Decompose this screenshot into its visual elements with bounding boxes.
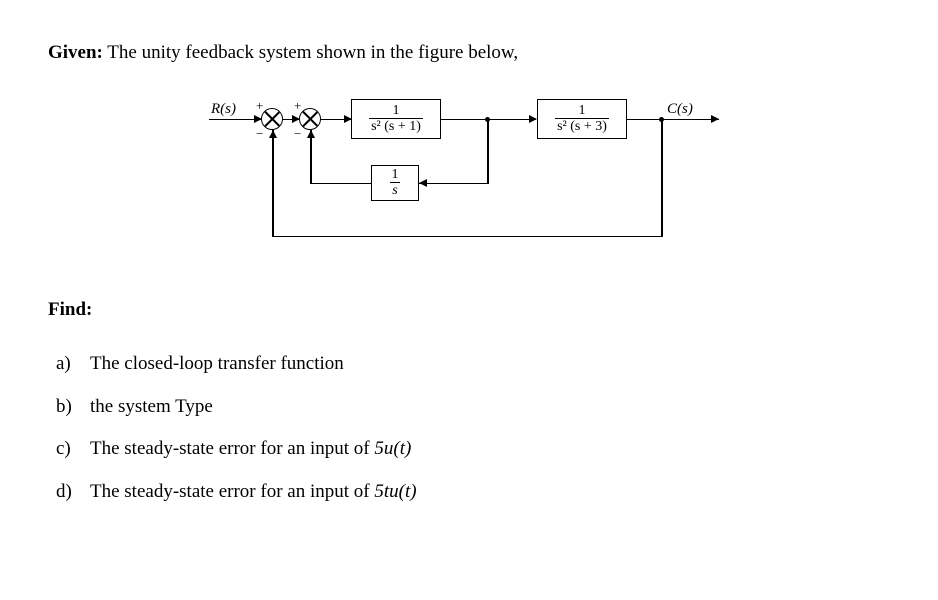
wire — [419, 183, 488, 185]
input-label: R(s) — [211, 99, 236, 120]
question-a: a) The closed-loop transfer function — [56, 351, 890, 378]
question-text: The steady-state error for an input of 5… — [90, 436, 411, 463]
arrow-icon — [711, 115, 719, 123]
minus-sign: − — [294, 125, 301, 143]
question-letter: c) — [56, 436, 78, 463]
transfer-block-1: 1 s² (s + 1) — [351, 99, 441, 139]
question-text: The closed-loop transfer function — [90, 351, 344, 378]
question-list: a) The closed-loop transfer function b) … — [48, 351, 890, 505]
question-letter: d) — [56, 479, 78, 506]
arrow-icon — [307, 130, 315, 138]
block1-denominator: s² (s + 1) — [369, 118, 423, 134]
wire — [272, 236, 662, 238]
feedback-denominator: s — [390, 182, 399, 198]
minus-sign: − — [256, 125, 263, 143]
summing-junction-1 — [261, 108, 283, 130]
question-d: d) The steady-state error for an input o… — [56, 479, 890, 506]
wire — [310, 183, 371, 185]
question-b: b) the system Type — [56, 394, 890, 421]
question-text: The steady-state error for an input of 5… — [90, 479, 417, 506]
question-letter: a) — [56, 351, 78, 378]
wire — [310, 130, 312, 184]
wire — [272, 130, 274, 237]
block-diagram: R(s) + − + − 1 s² (s + 1) 1 s² (s + 3) C… — [199, 97, 739, 267]
transfer-block-2: 1 s² (s + 3) — [537, 99, 627, 139]
question-text: the system Type — [90, 394, 213, 421]
block2-denominator: s² (s + 3) — [555, 118, 609, 134]
output-label: C(s) — [667, 99, 693, 120]
wire — [487, 119, 489, 184]
summing-junction-2 — [299, 108, 321, 130]
question-c: c) The steady-state error for an input o… — [56, 436, 890, 463]
given-text: The unity feedback system shown in the f… — [103, 42, 518, 63]
plus-sign: + — [256, 97, 263, 115]
feedback-block: 1 s — [371, 165, 419, 201]
block2-numerator: 1 — [576, 103, 587, 118]
question-letter: b) — [56, 394, 78, 421]
find-label: Find: — [48, 297, 890, 324]
arrow-icon — [269, 130, 277, 138]
arrow-icon — [419, 179, 427, 187]
block1-numerator: 1 — [390, 103, 401, 118]
given-label: Given: — [48, 42, 103, 63]
given-statement: Given: The unity feedback system shown i… — [48, 40, 890, 67]
plus-sign: + — [294, 97, 301, 115]
wire — [661, 119, 663, 237]
feedback-numerator: 1 — [390, 167, 401, 182]
arrow-icon — [529, 115, 537, 123]
